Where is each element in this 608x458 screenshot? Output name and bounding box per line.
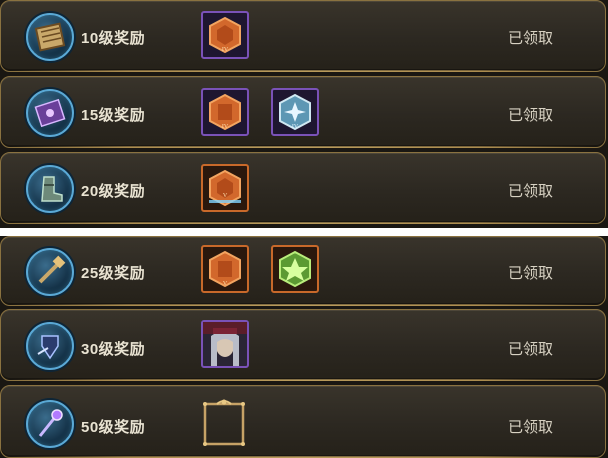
- svg-text:IV: IV: [222, 124, 229, 130]
- svg-text:V: V: [223, 193, 228, 199]
- orange-rune-hex-icon[interactable]: V: [201, 164, 249, 212]
- reward-status-claimed: 已领取: [507, 265, 553, 282]
- reward-level-label: 20级奖励: [81, 183, 146, 200]
- avatar-frame[interactable]: [201, 398, 247, 448]
- svg-text:IV: IV: [292, 124, 299, 130]
- reward-row-15: 15级奖励 IV IV 已领取: [0, 76, 606, 148]
- armor-icon: [26, 322, 74, 370]
- reward-row-25: 25级奖励 V 已领取: [0, 236, 606, 306]
- reward-level-label: 15级奖励: [81, 107, 146, 124]
- spellbook-icon: [26, 89, 74, 137]
- svg-text:V: V: [223, 281, 228, 287]
- svg-text:IV: IV: [222, 47, 229, 53]
- reward-level-label: 30级奖励: [81, 341, 146, 358]
- hero-portrait[interactable]: [201, 320, 249, 368]
- orange-rune-hex-icon[interactable]: IV: [201, 88, 249, 136]
- reward-level-label: 50级奖励: [81, 419, 146, 436]
- orange-rune-hex-icon[interactable]: IV: [201, 11, 249, 59]
- reward-status-claimed: 已领取: [507, 341, 553, 358]
- section-separator: [0, 228, 608, 236]
- boots-icon: [26, 165, 74, 213]
- reward-row-20: 20级奖励 V 已领取: [0, 152, 606, 224]
- magic-staff-icon: [26, 400, 74, 448]
- blue-rune-hex-icon[interactable]: IV: [271, 88, 319, 136]
- reward-status-claimed: 已领取: [507, 419, 553, 436]
- green-rune-hex-icon[interactable]: [271, 245, 319, 293]
- reward-row-10: 10级奖励 IV 已领取: [0, 0, 606, 72]
- reward-status-claimed: 已领取: [507, 183, 553, 200]
- reward-level-label: 25级奖励: [81, 265, 146, 282]
- hammer-icon: [26, 248, 74, 296]
- reward-row-50: 50级奖励 已领取: [0, 385, 606, 458]
- reward-status-claimed: 已领取: [507, 30, 553, 47]
- reward-row-30: 30级奖励 已领取: [0, 309, 606, 381]
- scroll-book-icon: [26, 13, 74, 61]
- reward-status-claimed: 已领取: [507, 107, 553, 124]
- orange-rune-hex-icon[interactable]: V: [201, 245, 249, 293]
- reward-level-label: 10级奖励: [81, 30, 146, 47]
